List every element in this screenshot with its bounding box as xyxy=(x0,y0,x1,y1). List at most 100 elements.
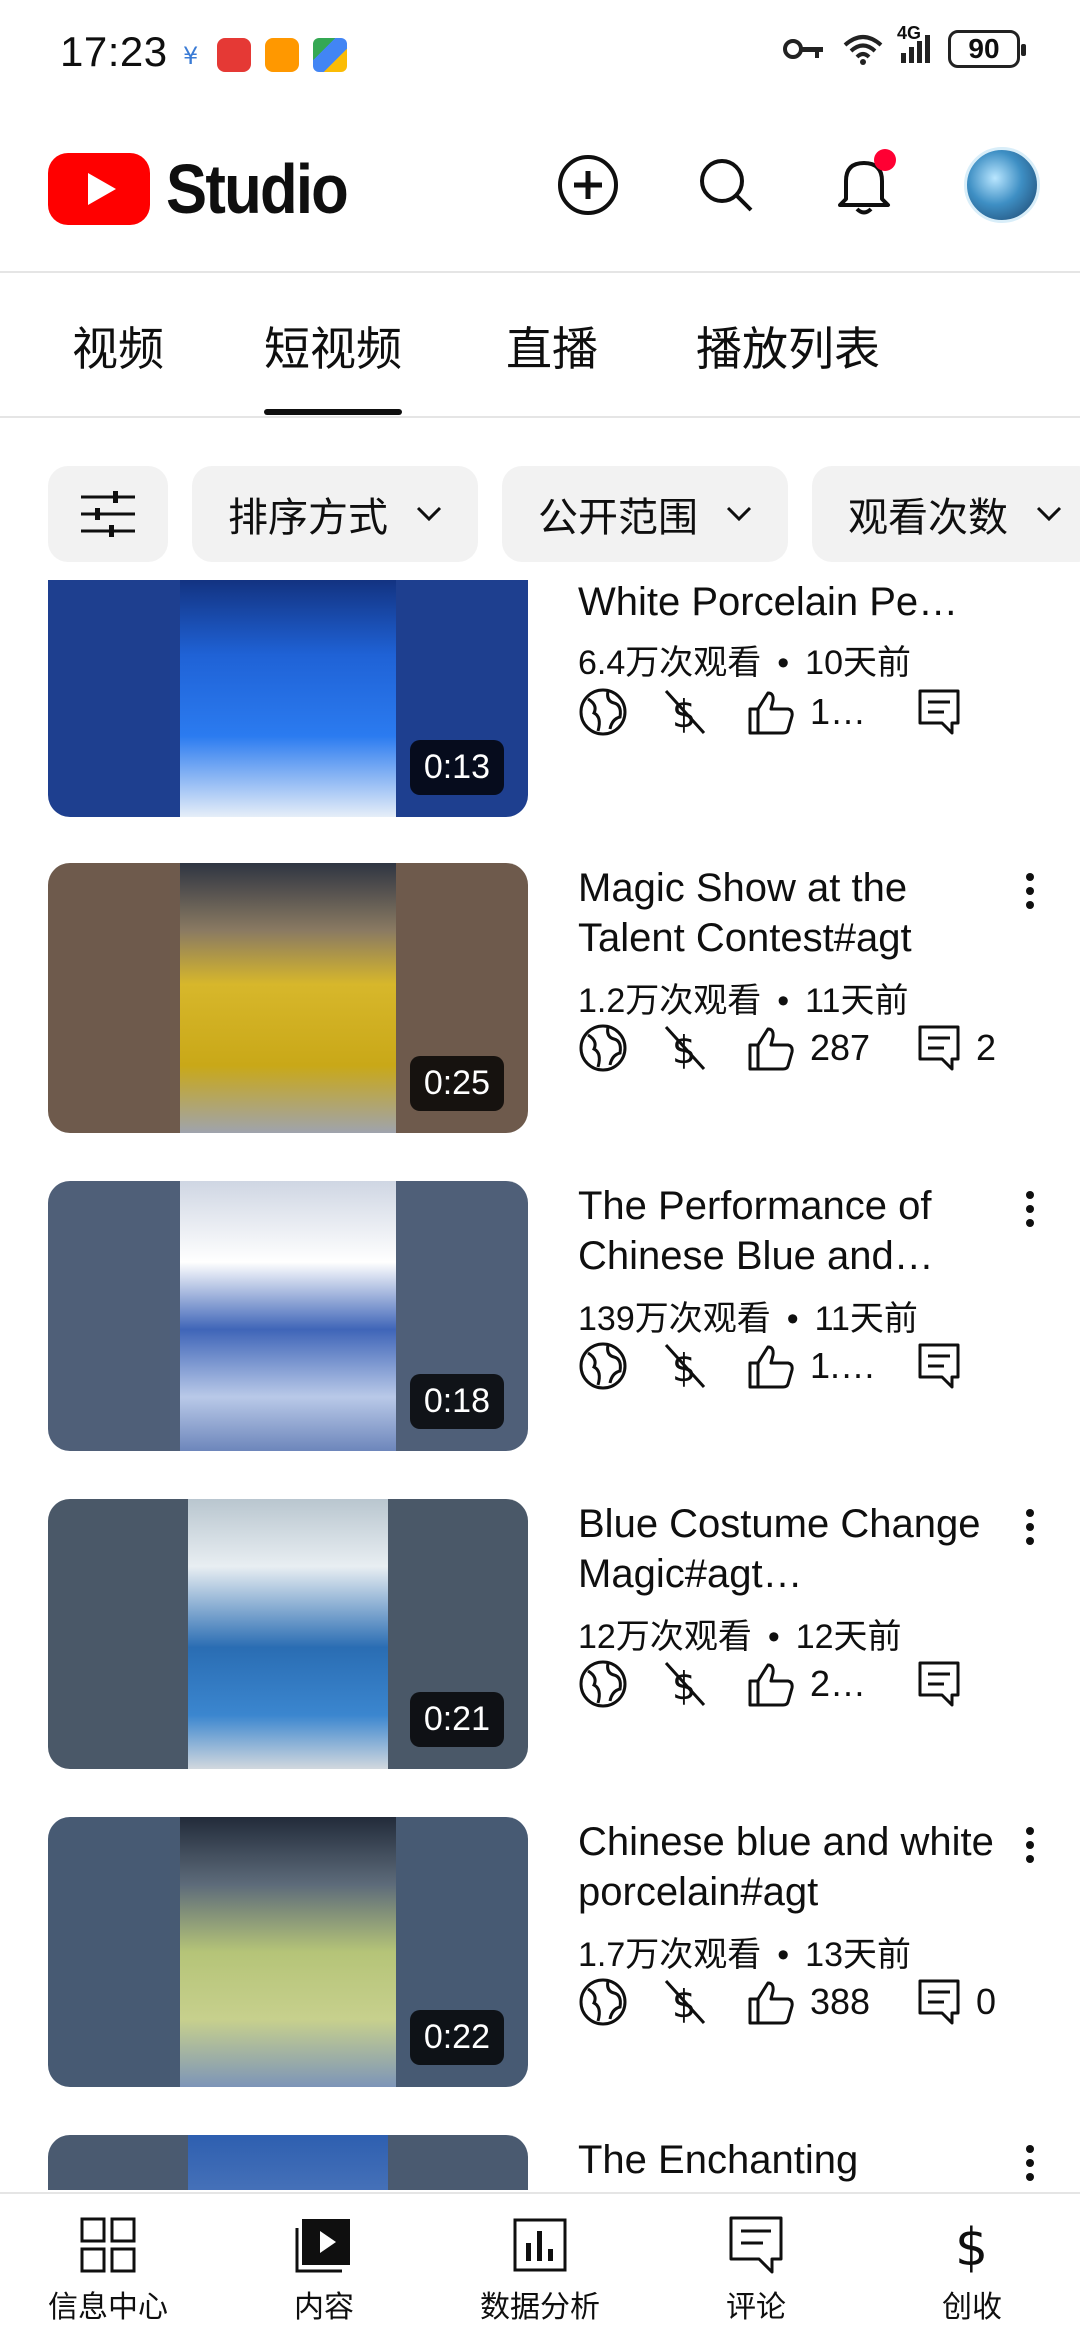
comment-count: 0 xyxy=(976,1981,997,2022)
upload-age: 11天前 xyxy=(814,1300,918,1338)
nav-label: 评论 xyxy=(726,2291,786,2324)
globe-icon xyxy=(579,1660,627,1708)
vpn-key-icon xyxy=(783,39,823,59)
more-options-button[interactable] xyxy=(1020,1509,1040,1545)
comment-icon xyxy=(918,689,960,735)
nav-earn[interactable]: $ 创收 xyxy=(872,2212,1072,2326)
comment-count: 2 xyxy=(976,1027,997,1068)
video-title[interactable]: The Enchanting xyxy=(578,2135,1008,2185)
video-duration: 0:13 xyxy=(409,740,504,795)
svg-text:¥: ¥ xyxy=(183,42,198,70)
video-title[interactable]: Blue Costume Change Magic#agt… xyxy=(578,1499,1008,1599)
globe-icon xyxy=(579,1024,627,1072)
content-icon xyxy=(295,2219,350,2273)
visibility-filter-chip[interactable]: 公开范围 xyxy=(502,466,788,562)
views-filter-chip[interactable]: 观看次数 xyxy=(812,466,1080,562)
filter-settings-button[interactable] xyxy=(48,466,168,562)
nav-label: 内容 xyxy=(294,2291,354,2324)
search-icon xyxy=(700,159,753,212)
video-meta: 6.4万次观看 • 10天前 xyxy=(578,644,911,682)
video-title[interactable]: Chinese blue and white porcelain#agt xyxy=(578,1817,1008,1917)
no-monetization-icon: $ xyxy=(664,1025,706,1072)
like-count: 287 xyxy=(810,1027,871,1068)
video-thumbnail[interactable]: 0:22 xyxy=(48,1817,528,2087)
video-stats: $ 2… xyxy=(578,1654,976,1714)
like-count: 2… xyxy=(810,1663,867,1704)
search-button[interactable] xyxy=(688,147,764,223)
thumbs-up-icon xyxy=(748,1027,794,1071)
status-bar: 17:23 ¥ 4G 90 xyxy=(0,0,1080,105)
view-count: 139万次观看 xyxy=(578,1300,771,1338)
thumbnail-image xyxy=(180,1181,396,1451)
thumbnail-image xyxy=(188,1499,388,1769)
youtube-studio-logo[interactable]: Studio xyxy=(48,149,372,229)
upload-age: 11天前 xyxy=(805,982,909,1020)
tab-playlists[interactable]: 播放列表 xyxy=(696,313,880,379)
thumbnail-image xyxy=(188,2135,388,2190)
like-count: 388 xyxy=(810,1981,871,2022)
sort-filter-chip[interactable]: 排序方式 xyxy=(192,466,478,562)
video-thumbnail[interactable]: 0:18 xyxy=(48,1181,528,1451)
nav-content[interactable]: 内容 xyxy=(224,2212,424,2326)
battery-indicator: 90 xyxy=(948,30,1026,68)
more-options-button[interactable] xyxy=(1020,1191,1040,1227)
list-item[interactable]: 0:18 The Performance of Chinese Blue and… xyxy=(0,1181,1080,1451)
nav-analytics[interactable]: 数据分析 xyxy=(440,2212,640,2326)
sliders-icon xyxy=(81,491,135,537)
video-title[interactable]: The Performance of Chinese Blue and… xyxy=(578,1181,1008,1281)
video-meta: 139万次观看 • 11天前 xyxy=(578,1300,918,1338)
no-monetization-icon: $ xyxy=(664,689,706,736)
visibility-filter-label: 公开范围 xyxy=(538,496,698,540)
nav-comments[interactable]: 评论 xyxy=(656,2212,856,2326)
no-monetization-icon: $ xyxy=(664,1343,706,1390)
list-item[interactable]: 0:13 White Porcelain Pe… 6.4万次观看 • 10天前 $ … xyxy=(0,580,1080,817)
chevron-down-icon xyxy=(1036,506,1062,522)
more-options-button[interactable] xyxy=(1020,1827,1040,1863)
globe-icon xyxy=(579,688,627,736)
video-stats: $ 388 0 xyxy=(578,1972,996,2032)
video-thumbnail[interactable]: 0:21 xyxy=(48,1499,528,1769)
earn-icon: $ xyxy=(955,2218,988,2275)
more-options-button[interactable] xyxy=(1020,2145,1040,2181)
play-store-icon xyxy=(313,38,347,72)
video-title[interactable]: White Porcelain Pe… xyxy=(578,580,1008,627)
dashboard-icon xyxy=(80,2217,136,2273)
video-stats: $ 1… xyxy=(578,682,976,742)
view-count: 12万次观看 xyxy=(578,1618,752,1656)
list-item[interactable]: The Enchanting xyxy=(0,2135,1080,2190)
no-monetization-icon: $ xyxy=(664,1661,706,1708)
video-thumbnail[interactable]: 0:25 xyxy=(48,863,528,1133)
video-thumbnail[interactable]: 0:13 xyxy=(48,580,528,817)
thumbnail-image xyxy=(180,863,396,1133)
upload-age: 12天前 xyxy=(795,1618,902,1656)
more-options-button[interactable] xyxy=(1020,873,1040,909)
nav-label: 数据分析 xyxy=(480,2291,600,2324)
comment-icon xyxy=(918,1661,960,1707)
comments-icon xyxy=(729,2216,783,2274)
chevron-down-icon xyxy=(416,506,442,522)
notifications-button[interactable] xyxy=(826,147,902,223)
tab-videos[interactable]: 视频 xyxy=(72,313,164,379)
video-thumbnail[interactable] xyxy=(48,2135,528,2190)
create-button[interactable] xyxy=(550,147,626,223)
tab-live[interactable]: 直播 xyxy=(506,313,598,379)
app-notification-icon xyxy=(217,38,251,72)
shorts-list: 0:13 White Porcelain Pe… 6.4万次观看 • 10天前 $ … xyxy=(0,580,1080,2190)
no-monetization-icon: $ xyxy=(664,1979,706,2026)
video-duration: 0:18 xyxy=(409,1374,504,1429)
thumbs-up-icon xyxy=(748,1345,794,1389)
nav-dashboard[interactable]: 信息中心 xyxy=(8,2212,208,2326)
svg-text:$: $ xyxy=(672,1346,696,1390)
filter-bar: 排序方式 公开范围 观看次数 xyxy=(48,466,1080,562)
list-item[interactable]: 0:25 Magic Show at the Talent Contest#ag… xyxy=(0,863,1080,1133)
list-item[interactable]: 0:22 Chinese blue and white porcelain#ag… xyxy=(0,1817,1080,2087)
list-item[interactable]: 0:21 Blue Costume Change Magic#agt… 12万次… xyxy=(0,1499,1080,1769)
video-title[interactable]: Magic Show at the Talent Contest#agt xyxy=(578,863,1008,963)
notification-icons: ¥ xyxy=(183,38,347,72)
like-count: 1.… xyxy=(810,1345,877,1386)
app-header: Studio xyxy=(0,105,1080,273)
chat-notification-icon xyxy=(265,38,299,72)
video-meta: 12万次观看 • 12天前 xyxy=(578,1618,902,1656)
avatar[interactable] xyxy=(964,147,1040,223)
tab-shorts[interactable]: 短视频 xyxy=(264,313,402,415)
